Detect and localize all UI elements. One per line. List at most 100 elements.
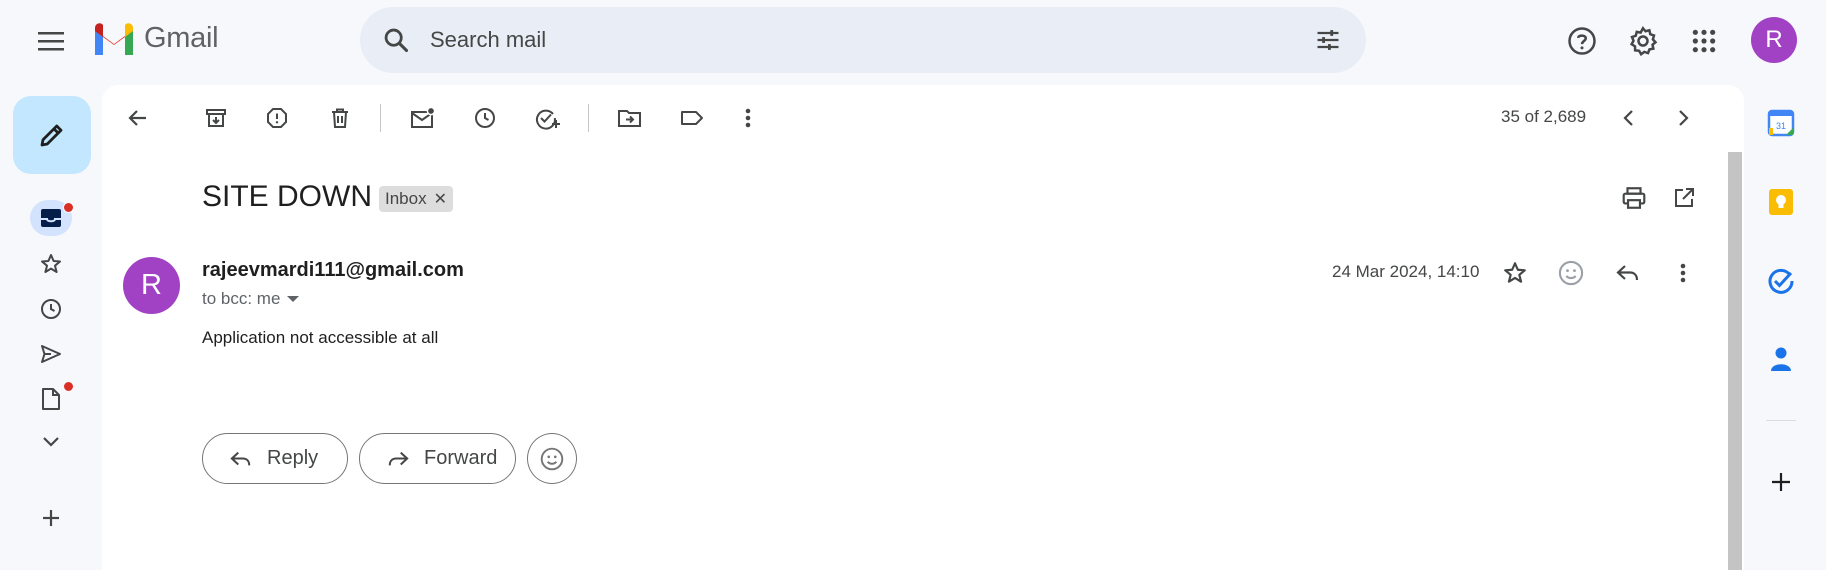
snooze-button[interactable] xyxy=(467,100,503,136)
toolbar-divider xyxy=(380,104,381,132)
keep-icon xyxy=(1769,189,1793,215)
open-in-new-icon xyxy=(1675,188,1694,207)
contacts-icon xyxy=(1771,347,1791,371)
remove-label-icon[interactable]: ✕ xyxy=(434,189,447,209)
top-bar: Gmail R xyxy=(0,0,1826,80)
unread-dot xyxy=(63,381,74,392)
keep-app-button[interactable] xyxy=(1762,183,1800,221)
open-new-window-button[interactable] xyxy=(1666,180,1702,216)
rail-snoozed[interactable] xyxy=(30,291,72,327)
settings-button[interactable] xyxy=(1622,20,1664,62)
label-icon xyxy=(681,111,703,125)
caret-down-icon[interactable] xyxy=(286,294,300,304)
reply-icon xyxy=(1616,265,1639,281)
chevron-left-icon xyxy=(1623,110,1633,126)
help-button[interactable] xyxy=(1561,20,1603,62)
add-task-icon xyxy=(535,109,560,130)
arrow-left-icon xyxy=(128,110,146,126)
spam-icon xyxy=(267,108,287,128)
search-bar[interactable] xyxy=(360,7,1366,73)
plus-icon xyxy=(1772,473,1790,491)
search-icon[interactable] xyxy=(380,24,412,56)
gear-icon xyxy=(1629,26,1658,56)
draft-icon xyxy=(42,388,60,410)
calendar-app-button[interactable]: 31 xyxy=(1762,104,1800,142)
recipients-text: to bcc: me xyxy=(202,289,281,308)
email-subject: SITE DOWN xyxy=(202,180,372,213)
rail-sent[interactable] xyxy=(30,336,72,372)
toolbar-divider xyxy=(588,104,589,132)
star-icon xyxy=(41,254,61,273)
add-reaction-button[interactable] xyxy=(1552,254,1590,292)
delete-button[interactable] xyxy=(322,100,358,136)
rail-starred[interactable] xyxy=(30,246,72,282)
email-date: 24 Mar 2024, 14:10 xyxy=(1332,262,1480,281)
apps-grid-icon xyxy=(1692,29,1716,53)
plus-icon xyxy=(43,510,59,526)
back-button[interactable] xyxy=(120,100,156,136)
add-to-tasks-button[interactable] xyxy=(529,100,565,136)
gmail-logo[interactable]: Gmail xyxy=(92,22,219,55)
forward-label: Forward xyxy=(424,447,498,469)
clock-icon xyxy=(41,299,61,319)
clock-icon xyxy=(475,108,495,128)
scrollbar[interactable] xyxy=(1728,152,1742,570)
rail-drafts[interactable] xyxy=(30,381,74,417)
account-avatar[interactable]: R xyxy=(1751,17,1797,63)
email-body: Application not accessible at all xyxy=(202,328,439,347)
reply-icon xyxy=(230,451,251,465)
more-vert-icon xyxy=(745,108,751,128)
rail-inbox[interactable] xyxy=(30,200,74,236)
help-icon xyxy=(1568,27,1596,55)
trash-icon xyxy=(332,108,348,128)
reply-button[interactable]: Reply xyxy=(202,433,348,484)
report-spam-button[interactable] xyxy=(259,100,295,136)
star-button[interactable] xyxy=(1496,254,1534,292)
logo-text: Gmail xyxy=(144,22,219,54)
mark-unread-icon xyxy=(411,106,436,128)
sender-email[interactable]: rajeevmardi111@gmail.com xyxy=(202,259,464,282)
rail-more[interactable] xyxy=(30,424,72,460)
emoji-reaction-button[interactable] xyxy=(527,433,577,484)
compose-button[interactable] xyxy=(13,96,91,174)
inbox-icon xyxy=(41,209,61,227)
calendar-icon: 31 xyxy=(1767,109,1795,137)
search-input[interactable] xyxy=(430,27,1290,53)
rail-new-label[interactable] xyxy=(30,500,72,536)
pencil-icon xyxy=(40,124,63,147)
chevron-down-icon xyxy=(43,437,59,447)
main-menu-button[interactable] xyxy=(30,20,72,62)
labels-button[interactable] xyxy=(674,100,710,136)
sender-avatar[interactable]: R xyxy=(123,257,180,314)
gmail-m-icon xyxy=(95,23,133,55)
reply-icon-button[interactable] xyxy=(1609,254,1647,292)
message-count: 35 of 2,689 xyxy=(1501,107,1587,126)
archive-icon xyxy=(206,109,226,127)
newer-button[interactable] xyxy=(1611,100,1647,136)
move-to-folder-icon xyxy=(618,110,641,127)
emoji-icon xyxy=(1558,260,1584,286)
print-button[interactable] xyxy=(1616,180,1652,216)
forward-button[interactable]: Forward xyxy=(359,433,516,484)
older-button[interactable] xyxy=(1665,100,1701,136)
tasks-app-button[interactable] xyxy=(1762,262,1800,300)
reply-label: Reply xyxy=(267,447,319,469)
get-addons-button[interactable] xyxy=(1762,463,1800,501)
search-options-icon[interactable] xyxy=(1312,24,1344,56)
apps-button[interactable] xyxy=(1683,20,1725,62)
mark-unread-button[interactable] xyxy=(405,100,441,136)
tasks-icon xyxy=(1768,268,1794,294)
calendar-day: 31 xyxy=(1776,121,1786,131)
send-icon xyxy=(41,345,61,363)
archive-button[interactable] xyxy=(198,100,234,136)
more-vert-icon xyxy=(1680,263,1686,283)
move-to-button[interactable] xyxy=(612,100,648,136)
emoji-icon xyxy=(540,447,564,470)
contacts-app-button[interactable] xyxy=(1762,340,1800,378)
message-more-button[interactable] xyxy=(1664,254,1702,292)
unread-dot xyxy=(63,202,74,213)
inbox-label-chip[interactable]: Inbox ✕ xyxy=(379,186,453,212)
recipients-line[interactable]: to bcc: me xyxy=(202,289,300,309)
more-options-button[interactable] xyxy=(730,100,766,136)
hamburger-icon xyxy=(38,32,64,51)
